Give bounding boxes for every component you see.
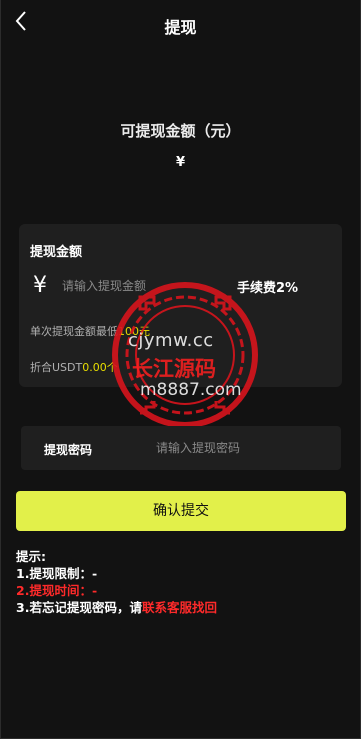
password-label: 提现密码 — [44, 443, 93, 457]
min-amount-value: 100元 — [118, 325, 150, 338]
amount-input[interactable] — [62, 276, 232, 296]
available-balance-label: 可提现金额（元） — [120, 122, 241, 140]
contact-support-link[interactable]: 联系客服找回 — [142, 600, 217, 615]
min-amount-note: 单次提现金额最低100元 — [30, 323, 150, 339]
withdraw-password-row: 提现密码 — [21, 426, 341, 470]
usdt-value: 0.00个 — [82, 361, 118, 374]
usdt-prefix: 折合USDT — [30, 361, 83, 374]
tip-forgot-text: 3.若忘记提现密码，请 — [16, 600, 142, 615]
withdraw-amount-card: 提现金额 ¥ 手续费2% 单次提现金额最低100元 折合USDT0.00个 — [19, 224, 342, 387]
nav-bar: 提现 — [0, 0, 361, 48]
tips-section: 提示: 1.提现限制：- 2.提现时间：- 3.若忘记提现密码，请联系客服找回 — [16, 548, 217, 616]
fee-label: 手续费2% — [237, 281, 299, 296]
tip-time: 2.提现时间：- — [16, 583, 98, 598]
page-title: 提现 — [164, 18, 197, 37]
tip-limit: 1.提现限制：- — [16, 566, 98, 581]
min-amount-prefix: 单次提现金额最低 — [30, 325, 118, 338]
tip-forgot-password: 3.若忘记提现密码，请联系客服找回 — [16, 599, 217, 616]
password-input[interactable] — [156, 439, 326, 457]
submit-button[interactable]: 确认提交 — [16, 491, 346, 531]
amount-section-title: 提现金额 — [30, 245, 83, 260]
available-balance-amount: ¥ — [175, 155, 186, 170]
tips-heading: 提示: — [16, 549, 46, 564]
usdt-conversion: 折合USDT0.00个 — [30, 359, 118, 375]
yen-icon: ¥ — [33, 273, 47, 298]
